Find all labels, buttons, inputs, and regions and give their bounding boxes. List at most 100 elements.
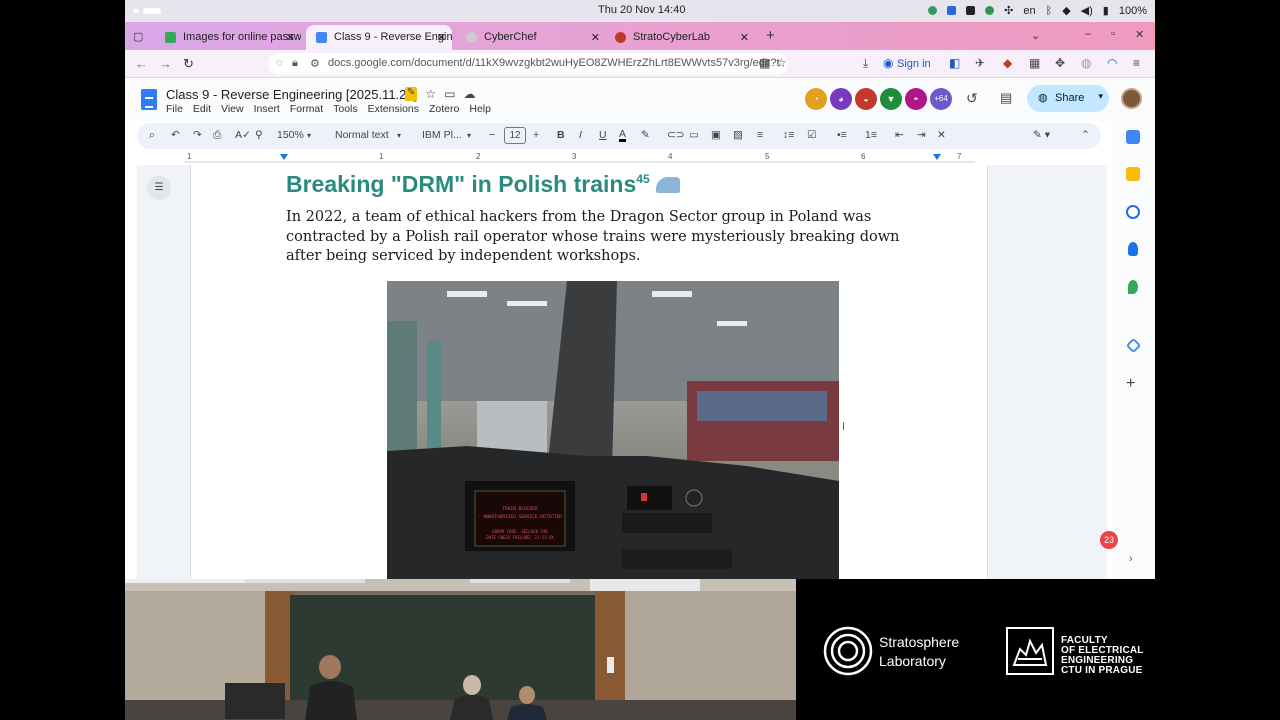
account-icon[interactable]: ◉ [883,56,893,70]
ruler[interactable]: 1 1 2 3 4 5 6 7 [185,151,975,163]
chevron-down-icon[interactable]: ▾ [307,131,311,140]
insert-link-icon[interactable]: ⊂⊃ [667,129,685,141]
footnote-reference[interactable]: 45 [636,172,649,186]
document-title[interactable]: Class 9 - Reverse Engineering [2025.11.2… [166,87,417,102]
addon-icon[interactable] [1125,337,1142,354]
collaborator-avatar[interactable]: ◒ [855,88,877,110]
chevron-down-icon[interactable]: ▾ [1098,91,1103,102]
forward-icon[interactable]: → [159,56,172,71]
document-outline-icon[interactable]: ☰ [147,176,171,200]
close-tab-icon[interactable]: ✕ [286,31,295,44]
paint-format-icon[interactable]: ⚲ [255,129,263,141]
menu-edit[interactable]: Edit [193,103,211,115]
accessibility-icon[interactable]: ✣ [1004,4,1013,17]
version-history-icon[interactable]: ↺ [966,90,978,107]
extension-icon[interactable]: ◍ [1081,56,1091,70]
font-select[interactable]: IBM Pl... [422,129,462,141]
collaborator-avatar[interactable]: ◕ [830,88,852,110]
tray-app-icon[interactable] [985,6,995,15]
underline-icon[interactable]: U [599,129,607,141]
menu-view[interactable]: View [221,103,244,115]
paragraph-style-select[interactable]: Normal text [335,129,389,141]
close-tab-icon[interactable]: ✕ [591,31,600,44]
collaborator-avatar[interactable]: ◔ [805,88,827,110]
search-menus-icon[interactable]: ⌕ [149,129,155,142]
move-folder-icon[interactable]: ▭ [444,87,455,101]
insert-image-icon[interactable]: ▣ [711,129,721,141]
print-icon[interactable]: ⎙ [213,129,221,142]
increase-indent-icon[interactable]: ⇥ [917,129,926,141]
minimize-icon[interactable]: – [1085,28,1091,40]
tray-app-icon[interactable] [966,6,976,15]
bluetooth-icon[interactable]: ᛒ [1046,5,1053,17]
cloud-saved-icon[interactable]: ☁ [464,87,476,101]
extensions-puzzle-icon[interactable]: ✥ [1055,56,1065,70]
tab-stratocyberlab[interactable]: StratoCyberLab ✕ [605,25,755,50]
user-avatar[interactable] [1121,88,1142,109]
tab-images[interactable]: Images for online passwo ✕ [155,25,301,50]
train-cab-image[interactable]: TRAIN BLOCKED - UNAUTHORIZED SERVICE DET… [387,281,839,579]
collapse-toolbar-icon[interactable]: ⌃ [1081,129,1090,141]
extension-icon[interactable]: ◆ [1003,56,1012,70]
chevron-down-icon[interactable]: ▾ [397,131,401,140]
menu-insert[interactable]: Insert [254,103,280,115]
tab-search-icon[interactable]: ▢ [133,30,143,43]
tab-list-chevron-icon[interactable]: ⌄ [1031,29,1040,42]
bold-icon[interactable]: B [557,129,565,141]
profile-icon[interactable]: ◠ [1107,56,1117,70]
url-field[interactable]: ◌ 🔒︎ ⚙ docs.google.com/document/d/11kX9w… [268,53,788,75]
share-button[interactable]: ◍ Share ▾ [1027,85,1109,112]
add-addon-icon[interactable]: + [1126,375,1135,393]
undo-icon[interactable]: ↶ [171,129,180,141]
maps-icon[interactable] [1128,280,1138,294]
highlight-color-icon[interactable]: ✎ [641,129,650,141]
extension-icon[interactable]: ◧ [949,56,960,70]
docs-logo-icon[interactable] [141,89,157,110]
wifi-icon[interactable]: ◆ [1062,4,1070,17]
extension-icon[interactable]: ✈ [975,56,985,70]
shield-icon[interactable]: ◌ [276,57,283,69]
menu-format[interactable]: Format [290,103,323,115]
redo-icon[interactable]: ↷ [193,129,202,141]
workspace-indicator-active[interactable] [143,8,161,14]
menu-help[interactable]: Help [469,103,491,115]
menu-zotero[interactable]: Zotero [429,103,459,115]
notification-badge[interactable]: 23 [1100,531,1118,549]
font-size-input[interactable]: 12 [504,127,526,144]
back-icon[interactable]: ← [135,56,148,71]
align-icon[interactable]: ≡ [757,129,763,141]
star-icon[interactable]: ☆ [425,87,436,101]
browser-menu-icon[interactable]: ≡ [1133,56,1140,70]
maximize-icon[interactable]: ▫ [1111,28,1115,40]
spellcheck-icon[interactable]: A✓ [235,129,251,141]
zotero-icon[interactable]: ✎ [405,87,418,101]
line-spacing-icon[interactable]: ↕≡ [783,129,794,141]
menu-tools[interactable]: Tools [333,103,358,115]
site-settings-icon[interactable]: ⚙ [310,57,320,70]
clock[interactable]: Thu 20 Nov 14:40 [598,4,685,16]
bookmark-star-icon[interactable]: ☆ [776,56,787,70]
menu-extensions[interactable]: Extensions [368,103,419,115]
collaborator-avatar[interactable]: ◓ [905,88,927,110]
editing-mode-icon[interactable]: ✎ ▾ [1033,129,1050,141]
body-paragraph[interactable]: In 2022, a team of ethical hackers from … [286,208,926,267]
checklist-icon[interactable]: ☑ [807,129,816,141]
close-tab-icon[interactable]: ✕ [740,31,749,44]
decrease-indent-icon[interactable]: ⇤ [895,129,904,141]
tasks-icon[interactable] [1126,205,1140,219]
chevron-down-icon[interactable]: ▾ [467,131,471,140]
clear-format-icon[interactable]: ✕ [937,129,946,141]
comments-icon[interactable]: ▤ [1000,90,1012,106]
workspace-indicator[interactable] [133,9,139,13]
italic-icon[interactable]: I [579,129,582,141]
new-tab-button[interactable]: + [766,27,775,44]
section-heading[interactable]: Breaking "DRM" in Polish trains45 [286,171,680,198]
numbered-list-icon[interactable]: 1≡ [865,129,877,141]
tab-class9[interactable]: Class 9 - Reverse Enginee ✕ [306,25,452,50]
bulleted-list-icon[interactable]: •≡ [837,129,847,141]
tray-app-icon[interactable] [947,6,957,15]
download-icon[interactable]: ⤓ [863,56,868,71]
contacts-icon[interactable] [1128,242,1138,256]
volume-icon[interactable]: ◀) [1081,4,1093,17]
clear-formatting-icon[interactable]: ▨ [733,129,743,141]
